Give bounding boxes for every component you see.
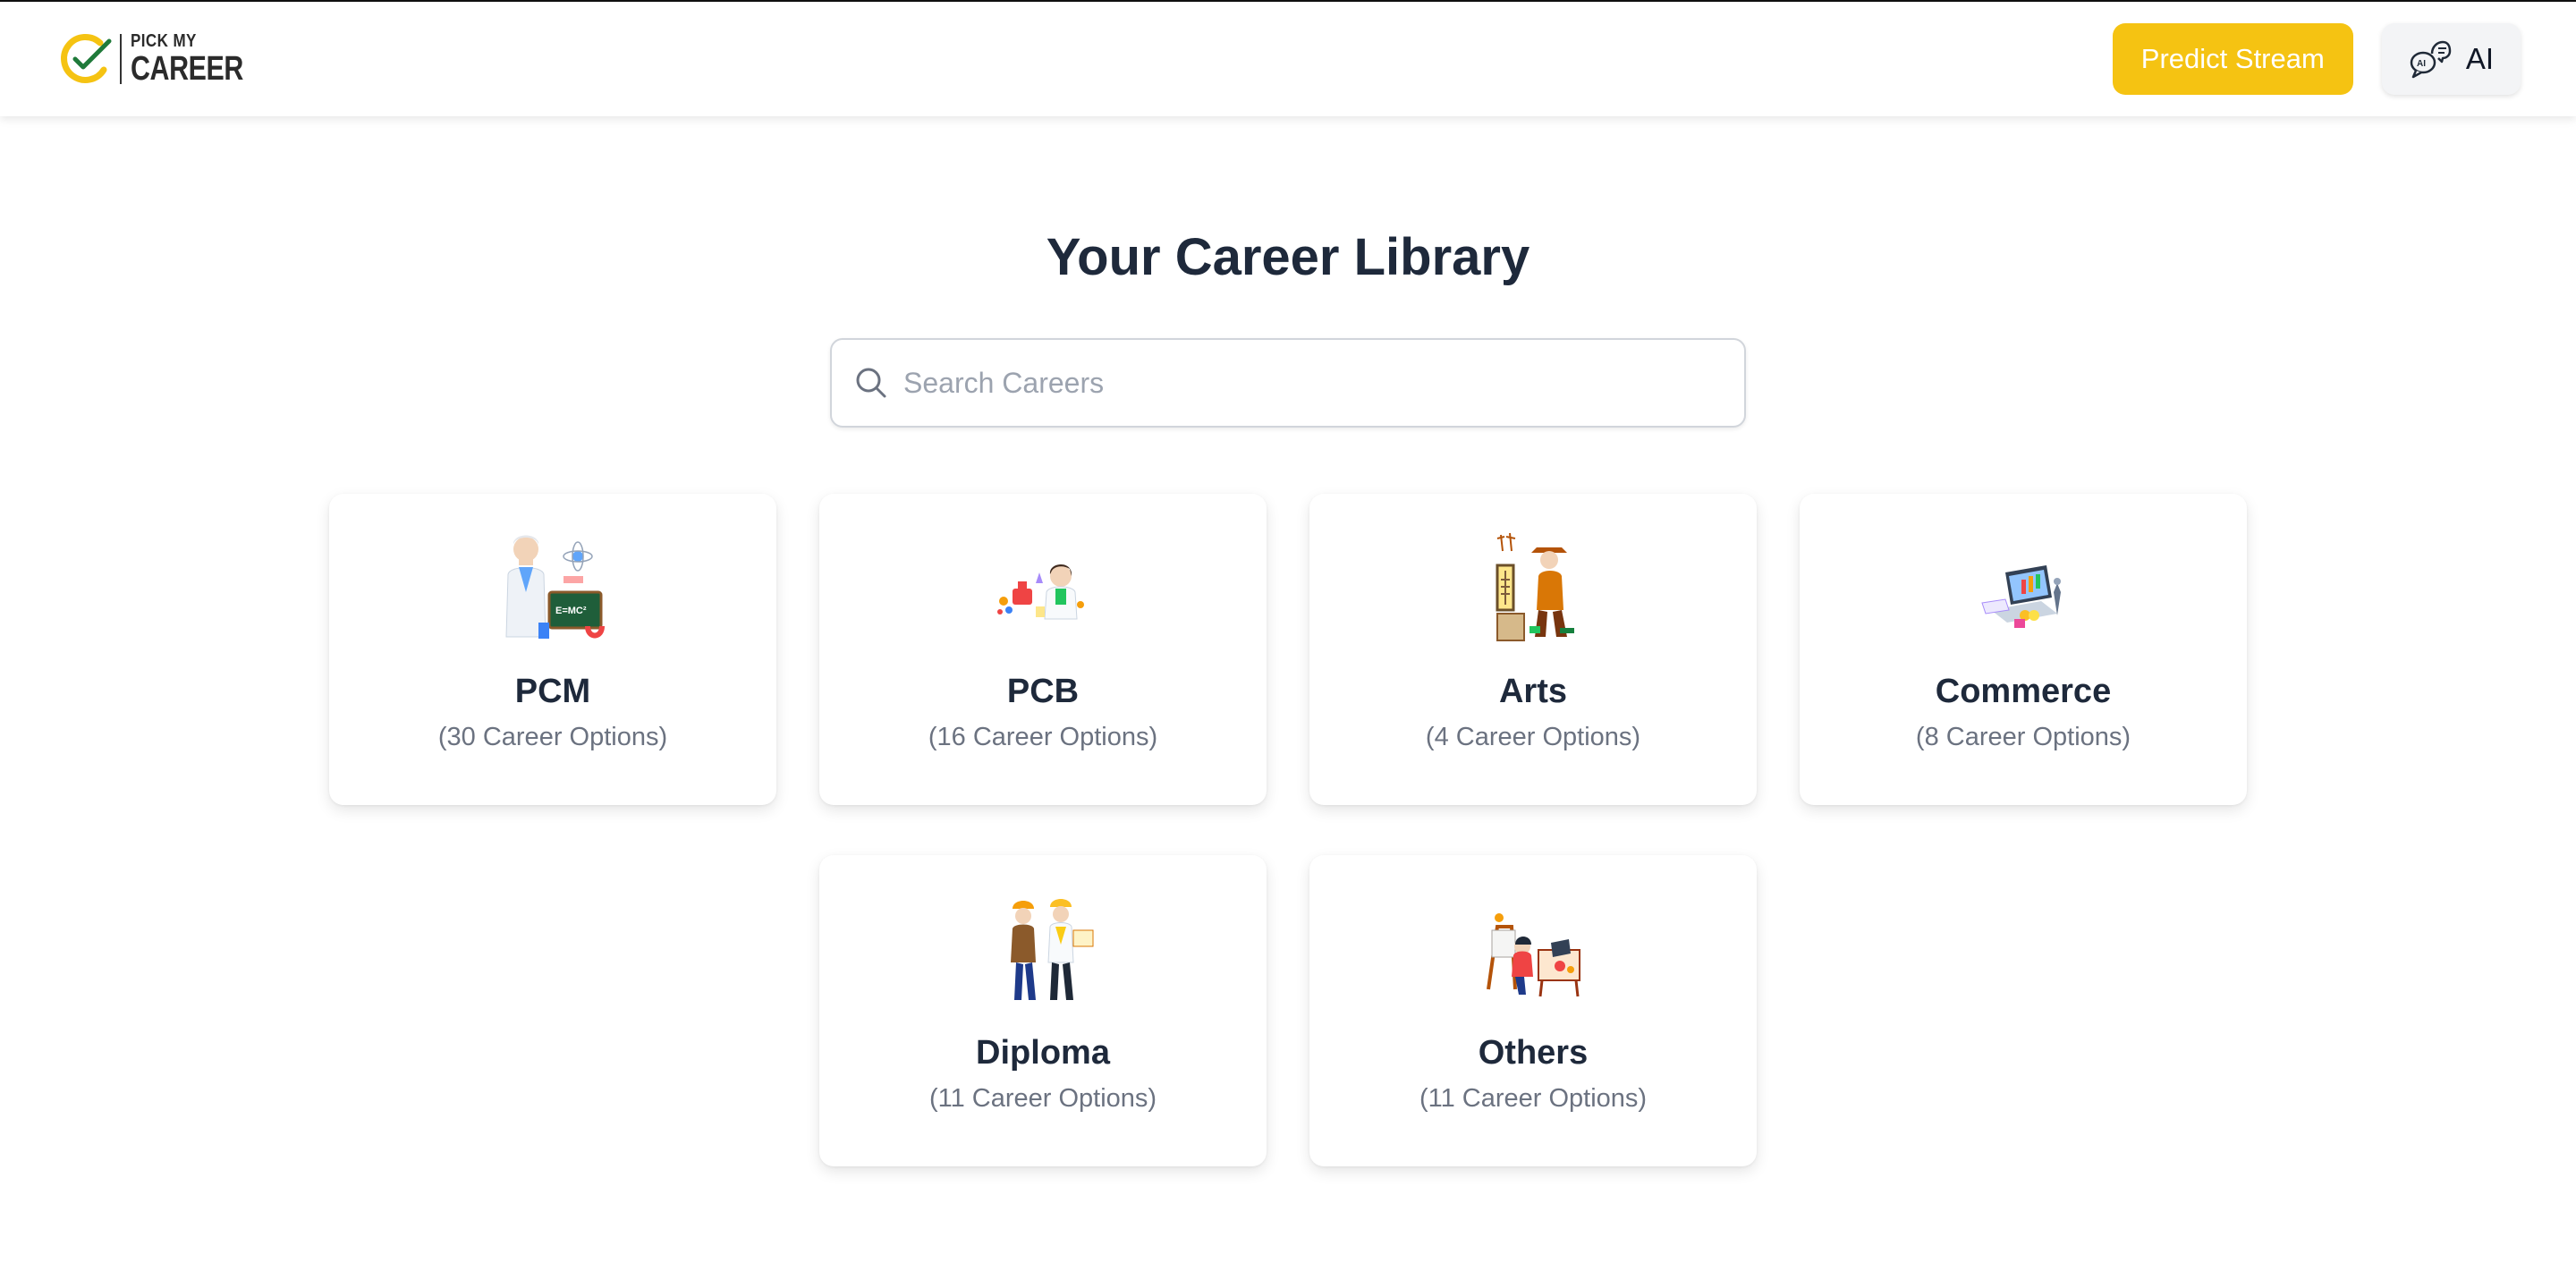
doctor-illustration [997, 564, 1084, 620]
category-card-others[interactable]: Others (11 Career Options) [1309, 855, 1757, 1166]
designer-desk-illustration [1487, 913, 1580, 997]
svg-text:AI: AI [2417, 59, 2426, 69]
engineers-illustration [1011, 899, 1094, 1000]
category-count: (11 Career Options) [928, 1084, 1157, 1113]
svg-text:E=MC²: E=MC² [555, 606, 587, 616]
category-count: (30 Career Options) [437, 723, 668, 751]
category-count: (16 Career Options) [928, 723, 1158, 751]
search-icon [856, 368, 886, 398]
archaeologist-illustration [1496, 532, 1574, 641]
category-name: Others [1478, 1034, 1589, 1072]
category-name: Arts [1498, 673, 1568, 710]
predict-stream-button[interactable]: Predict Stream [2112, 23, 2353, 95]
ai-chat-icon: AI [2410, 40, 2452, 79]
logo-divider [120, 34, 122, 84]
search-box[interactable] [830, 338, 1746, 428]
category-card-pcm[interactable]: E=MC² PCM (30 Career Options) [329, 494, 776, 805]
category-name: PCM [514, 673, 591, 710]
ai-button-label: AI [2465, 42, 2494, 75]
navbar: PICK MY CAREER Predict Stream AI AI [0, 2, 2576, 116]
category-name: Diploma [976, 1034, 1110, 1072]
category-count: (11 Career Options) [1419, 1084, 1648, 1113]
logo[interactable]: PICK MY CAREER [57, 28, 271, 90]
ai-button[interactable]: AI AI [2381, 23, 2521, 95]
logo-text-top: PICK MY [131, 31, 197, 51]
logo-check-icon [61, 34, 112, 83]
search-input[interactable] [903, 356, 1708, 410]
category-card-arts[interactable]: Arts (4 Career Options) [1309, 494, 1757, 805]
logo-text-bottom: CAREER [131, 50, 243, 88]
scientist-illustration: E=MC² [505, 535, 605, 639]
category-card-pcb[interactable]: PCB (16 Career Options) [819, 494, 1267, 805]
category-count: (4 Career Options) [1425, 723, 1641, 751]
category-count: (8 Career Options) [1915, 723, 2131, 751]
category-card-commerce[interactable]: Commerce (8 Career Options) [1800, 494, 2247, 805]
category-card-diploma[interactable]: Diploma (11 Career Options) [819, 855, 1267, 1166]
page-title: Your Career Library [1046, 228, 1530, 286]
finance-laptop-illustration [1981, 565, 2061, 628]
category-name: Commerce [1935, 673, 2112, 710]
category-name: PCB [1006, 673, 1080, 710]
